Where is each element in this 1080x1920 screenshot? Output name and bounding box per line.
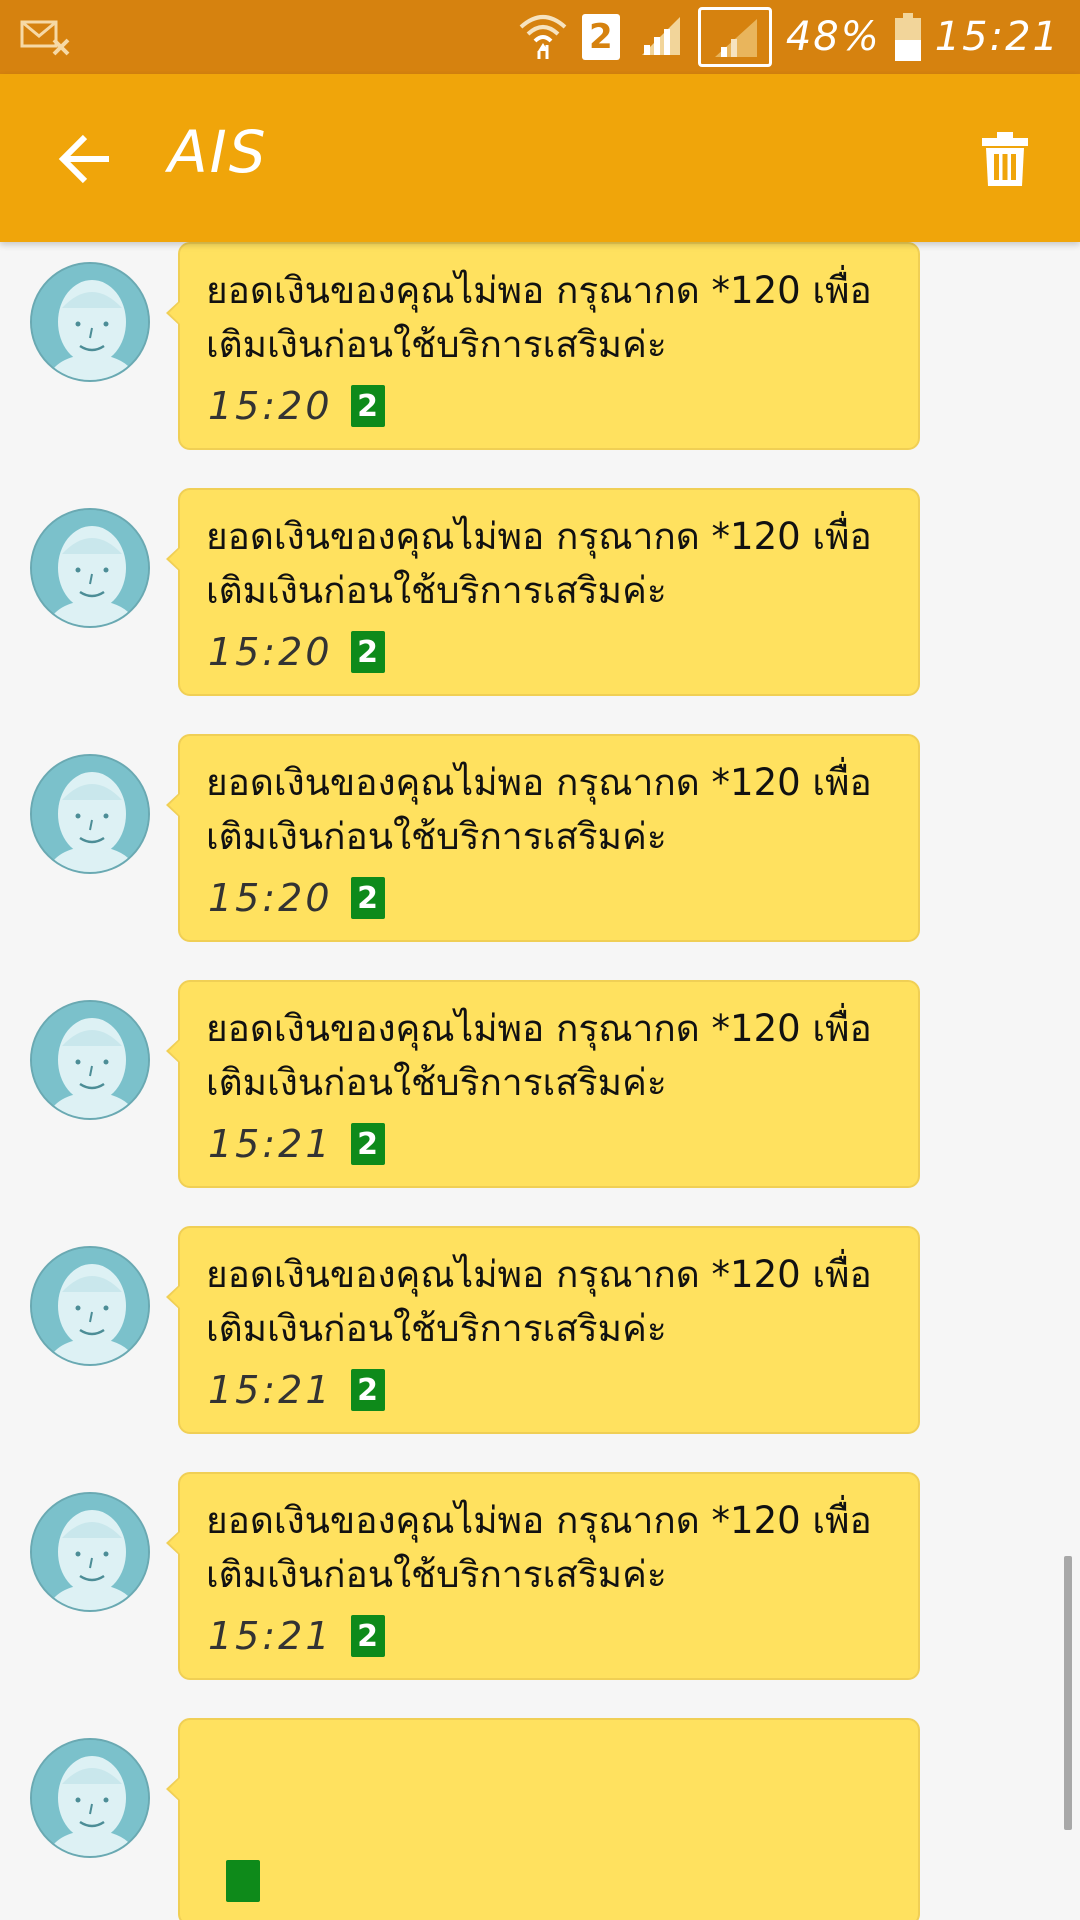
message-bubble[interactable]: ยอดเงินของคุณไม่พอ กรุณากด *120 เพื่อ เต… (166, 242, 920, 450)
back-button[interactable] (50, 124, 120, 194)
trash-icon (982, 132, 1028, 186)
status-time: 15:21 (934, 14, 1060, 60)
message-item[interactable]: ยอดเงินของคุณไม่พอ กรุณากด *120 เพื่อ เต… (0, 488, 1080, 734)
battery-icon (894, 13, 921, 61)
battery-percent: 48% (785, 14, 881, 60)
message-time: 15:20 (208, 384, 333, 428)
message-text: ยอดเงินของคุณไม่พอ กรุณากด *120 เพื่อ เต… (206, 1253, 872, 1350)
message-bubble[interactable]: ยอดเงินของคุณไม่พอ กรุณากด *120 เพื่อ เต… (166, 1472, 920, 1680)
sim-2-badge: 2 (350, 1123, 385, 1165)
contact-avatar[interactable] (30, 1738, 150, 1858)
message-time: 15:20 (208, 876, 333, 920)
sim-2-badge (226, 1860, 260, 1902)
person-icon (32, 1740, 148, 1856)
scrollbar[interactable] (1064, 1556, 1072, 1830)
person-icon (32, 510, 148, 626)
delete-button[interactable] (970, 124, 1040, 194)
contact-avatar[interactable] (30, 262, 150, 382)
message-item[interactable] (0, 1718, 1080, 1920)
message-bubble[interactable]: ยอดเงินของคุณไม่พอ กรุณากด *120 เพื่อ เต… (166, 980, 920, 1188)
conversation-title: AIS (168, 118, 268, 186)
sim-2-badge: 2 (350, 1615, 385, 1657)
message-time: 15:21 (208, 1614, 333, 1658)
sim-slot-badge: 2 (581, 14, 620, 60)
person-icon (32, 1002, 148, 1118)
sim-2-badge: 2 (350, 631, 385, 673)
status-bar: 2 48% 15:21 (0, 0, 1080, 74)
sim-2-badge: 2 (350, 1369, 385, 1411)
wifi-icon (518, 9, 568, 65)
message-blocked-icon (20, 14, 72, 58)
message-text: ยอดเงินของคุณไม่พอ กรุณากด *120 เพื่อ เต… (206, 761, 872, 858)
person-icon (32, 1248, 148, 1364)
signal-icon (634, 13, 684, 61)
message-item[interactable]: ยอดเงินของคุณไม่พอ กรุณากด *120 เพื่อ เต… (0, 1472, 1080, 1718)
person-icon (32, 756, 148, 872)
message-bubble[interactable]: ยอดเงินของคุณไม่พอ กรุณากด *120 เพื่อ เต… (166, 488, 920, 696)
message-time: 15:21 (208, 1122, 333, 1166)
signal-sim2-icon (697, 7, 772, 67)
arrow-back-icon (58, 134, 109, 184)
message-text: ยอดเงินของคุณไม่พอ กรุณากด *120 เพื่อ เต… (206, 269, 872, 366)
person-icon (32, 264, 148, 380)
sim-2-badge: 2 (350, 877, 385, 919)
message-time: 15:21 (208, 1368, 333, 1412)
message-item[interactable]: ยอดเงินของคุณไม่พอ กรุณากด *120 เพื่อ เต… (0, 1226, 1080, 1472)
message-bubble[interactable] (166, 1718, 920, 1920)
contact-avatar[interactable] (30, 754, 150, 874)
person-icon (32, 1494, 148, 1610)
contact-avatar[interactable] (30, 1246, 150, 1366)
app-bar: AIS (0, 74, 1080, 242)
message-item[interactable]: ยอดเงินของคุณไม่พอ กรุณากด *120 เพื่อ เต… (0, 734, 1080, 980)
message-item[interactable]: ยอดเงินของคุณไม่พอ กรุณากด *120 เพื่อ เต… (0, 980, 1080, 1226)
message-bubble[interactable]: ยอดเงินของคุณไม่พอ กรุณากด *120 เพื่อ เต… (166, 1226, 920, 1434)
contact-avatar[interactable] (30, 1000, 150, 1120)
message-text: ยอดเงินของคุณไม่พอ กรุณากด *120 เพื่อ เต… (206, 515, 872, 612)
message-text: ยอดเงินของคุณไม่พอ กรุณากด *120 เพื่อ เต… (206, 1499, 872, 1596)
contact-avatar[interactable] (30, 508, 150, 628)
contact-avatar[interactable] (30, 1492, 150, 1612)
message-list[interactable]: ยอดเงินของคุณไม่พอ กรุณากด *120 เพื่อ เต… (0, 242, 1080, 1920)
message-time: 15:20 (208, 630, 333, 674)
message-text: ยอดเงินของคุณไม่พอ กรุณากด *120 เพื่อ เต… (206, 1007, 872, 1104)
message-item[interactable]: ยอดเงินของคุณไม่พอ กรุณากด *120 เพื่อ เต… (0, 242, 1080, 488)
message-bubble[interactable]: ยอดเงินของคุณไม่พอ กรุณากด *120 เพื่อ เต… (166, 734, 920, 942)
sim-2-badge: 2 (350, 385, 385, 427)
